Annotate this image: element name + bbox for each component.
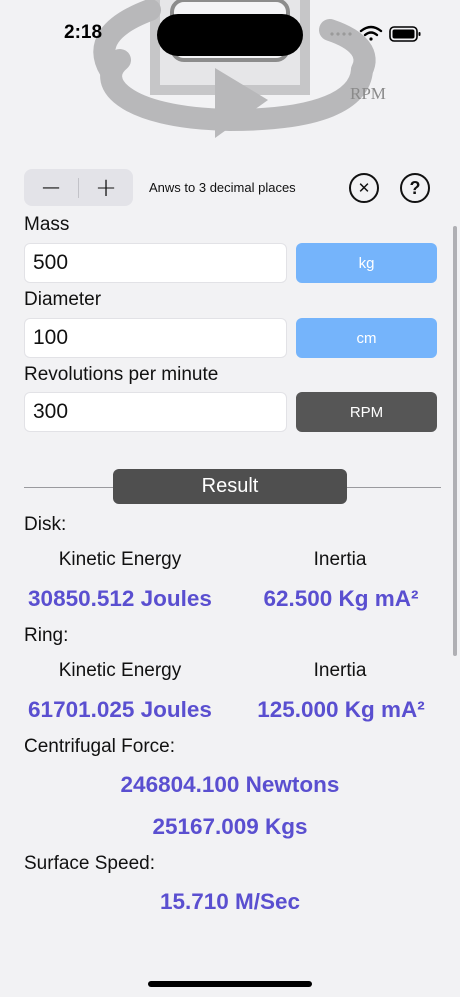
battery-icon xyxy=(389,26,421,42)
ring-ke-heading: Kinetic Energy xyxy=(58,660,182,681)
surface-speed-label: Surface Speed: xyxy=(24,853,155,874)
rpm-unit-button[interactable]: RPM xyxy=(296,392,437,432)
centrifugal-newtons-value: 246804.100 Newtons xyxy=(120,772,340,797)
increment-button[interactable]: + xyxy=(79,169,133,206)
scroll-indicator[interactable] xyxy=(453,226,457,656)
clear-button[interactable]: ✕ xyxy=(349,173,379,203)
mass-input[interactable]: 500 xyxy=(24,243,287,283)
diameter-input[interactable]: 100 xyxy=(24,318,287,358)
mass-unit-button[interactable]: kg xyxy=(296,243,437,283)
decimal-places-label: Anws to 3 decimal places xyxy=(149,180,296,195)
signal-icon xyxy=(330,32,352,36)
disk-label: Disk: xyxy=(24,514,67,535)
diameter-unit-button[interactable]: cm xyxy=(296,318,437,358)
ring-ke-value: 61701.025 Joules xyxy=(28,697,212,722)
ring-inertia-heading: Inertia xyxy=(313,660,367,681)
mass-label: Mass xyxy=(24,214,70,235)
wifi-icon xyxy=(359,25,383,41)
decrement-button[interactable]: − xyxy=(24,169,78,206)
centrifugal-label: Centrifugal Force: xyxy=(24,736,176,757)
disk-inertia-value: 62.500 Kg mA² xyxy=(263,586,419,611)
rpm-label: Revolutions per minute xyxy=(24,364,219,385)
status-icons xyxy=(330,25,421,42)
dynamic-island xyxy=(157,14,303,56)
disk-ke-heading: Kinetic Energy xyxy=(58,549,182,570)
centrifugal-kgs-value: 25167.009 Kgs xyxy=(152,814,308,839)
status-time: 2:18 xyxy=(64,22,103,43)
close-icon: ✕ xyxy=(357,180,371,197)
ring-label: Ring: xyxy=(24,625,69,646)
ring-inertia-value: 125.000 Kg mA² xyxy=(257,697,425,722)
decimal-stepper: − + xyxy=(24,169,133,206)
result-header: Result xyxy=(113,469,347,504)
home-indicator[interactable] xyxy=(148,981,312,987)
question-icon: ? xyxy=(409,177,421,198)
surface-speed-value: 15.710 M/Sec xyxy=(159,889,301,914)
disk-ke-value: 30850.512 Joules xyxy=(28,586,212,611)
diameter-label: Diameter xyxy=(24,289,102,310)
rpm-input[interactable]: 300 xyxy=(24,392,287,432)
disk-inertia-heading: Inertia xyxy=(313,549,367,570)
help-button[interactable]: ? xyxy=(400,173,430,203)
header-rpm-label: RPM xyxy=(350,84,386,103)
